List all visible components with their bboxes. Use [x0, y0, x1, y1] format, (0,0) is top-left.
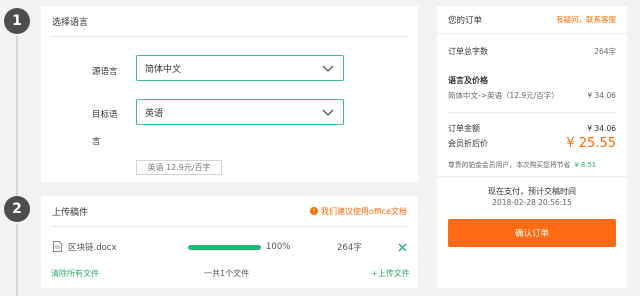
order-header: 您的订单 有疑问，联系客服: [437, 6, 627, 34]
lang-price-desc: 简体中文->英语（12.9元/百字）: [448, 91, 559, 100]
contact-support-link[interactable]: 有疑问，联系客服: [556, 14, 616, 25]
target-language-label-wrap: 言: [92, 137, 101, 147]
member-note-text: 尊贵的铂金会员用户，本次购买您将节省: [448, 161, 571, 169]
member-price-value: ¥ 25.55: [566, 136, 616, 151]
target-language-label: 目标语: [92, 110, 118, 120]
rate-tag: 英语 12.9元/百字: [136, 160, 222, 175]
order-amount-label: 订单金额: [448, 124, 480, 133]
order-divider-2: [437, 176, 627, 177]
chevron-down-icon: [322, 109, 334, 116]
file-name: 区块链.docx: [68, 243, 117, 253]
target-language-value: 英语: [145, 108, 164, 119]
language-selection-card: 选择语言 源语言 简体中文 目标语 言 英语 英语 12.9元/百字: [41, 6, 418, 182]
document-icon: [53, 241, 62, 252]
step-connector-line-lower: [16, 224, 18, 296]
file-count-text: 一共1个文件: [204, 269, 250, 278]
source-language-select[interactable]: 简体中文: [136, 55, 344, 81]
target-language-select[interactable]: 英语: [136, 99, 344, 125]
member-price-label: 会员折后价: [448, 139, 488, 148]
step-2-badge: 2: [4, 196, 30, 222]
upload-progress-bar: [188, 245, 261, 250]
file-row: 区块链.docx 100% 264字: [41, 234, 418, 260]
pay-now-text: 现在支付，预计交稿时间: [488, 187, 576, 196]
lang-price-label: 语言及价格: [448, 76, 488, 85]
source-language-value: 简体中文: [145, 64, 182, 75]
lang-price-row: 简体中文->英语（12.9元/百字） ¥ 34.06: [448, 90, 616, 101]
info-icon: [310, 207, 319, 215]
card-divider: [51, 36, 408, 37]
language-section-title: 选择语言: [52, 17, 89, 28]
confirm-order-button[interactable]: 确认订单: [448, 219, 616, 247]
office-suggestion-text: 我们建议使用office文档: [321, 206, 407, 216]
clear-all-files-link[interactable]: 清除所有文件: [51, 268, 99, 279]
upload-file-link[interactable]: +上传文件: [371, 268, 410, 279]
step-1-badge: 1: [4, 8, 30, 34]
member-saving: ¥ 8.51: [574, 161, 597, 169]
card-divider: [51, 226, 408, 227]
order-title: 您的订单: [448, 15, 483, 26]
office-suggestion-link[interactable]: 我们建议使用office文档: [310, 206, 407, 217]
order-amount-row: 订单金额 ¥ 34.06: [448, 123, 616, 134]
chevron-down-icon: [322, 65, 334, 72]
member-note-row: 尊贵的铂金会员用户，本次购买您将节省 ¥ 8.51: [448, 159, 596, 169]
total-words-row: 订单总字数 264字: [448, 46, 616, 57]
upload-card: 上传稿件 我们建议使用office文档 区块链.docx 100% 264字 清…: [41, 196, 418, 288]
remove-file-icon[interactable]: [398, 243, 407, 252]
total-words-label: 订单总字数: [448, 47, 488, 56]
upload-section-title: 上传稿件: [52, 207, 89, 218]
estimated-delivery-time: 2018-02-28 20:56:15: [492, 198, 572, 207]
step-connector-line: [16, 36, 18, 196]
file-word-count: 264字: [337, 243, 362, 253]
upload-card-header: 上传稿件 我们建议使用office文档: [41, 196, 418, 226]
upload-progress-text: 100%: [266, 242, 291, 252]
order-summary-card: 您的订单 有疑问，联系客服 订单总字数 264字 语言及价格 简体中文->英语（…: [437, 6, 627, 288]
total-words-value: 264字: [594, 47, 616, 56]
lang-price-heading-row: 语言及价格: [448, 75, 616, 86]
source-language-label: 源语言: [92, 67, 118, 77]
lang-price-value: ¥ 34.06: [587, 91, 616, 100]
order-amount-value: ¥ 34.06: [587, 124, 616, 133]
order-divider: [448, 112, 616, 113]
member-price-row: 会员折后价 ¥ 25.55: [448, 136, 616, 151]
upload-progress-fill: [188, 245, 261, 250]
